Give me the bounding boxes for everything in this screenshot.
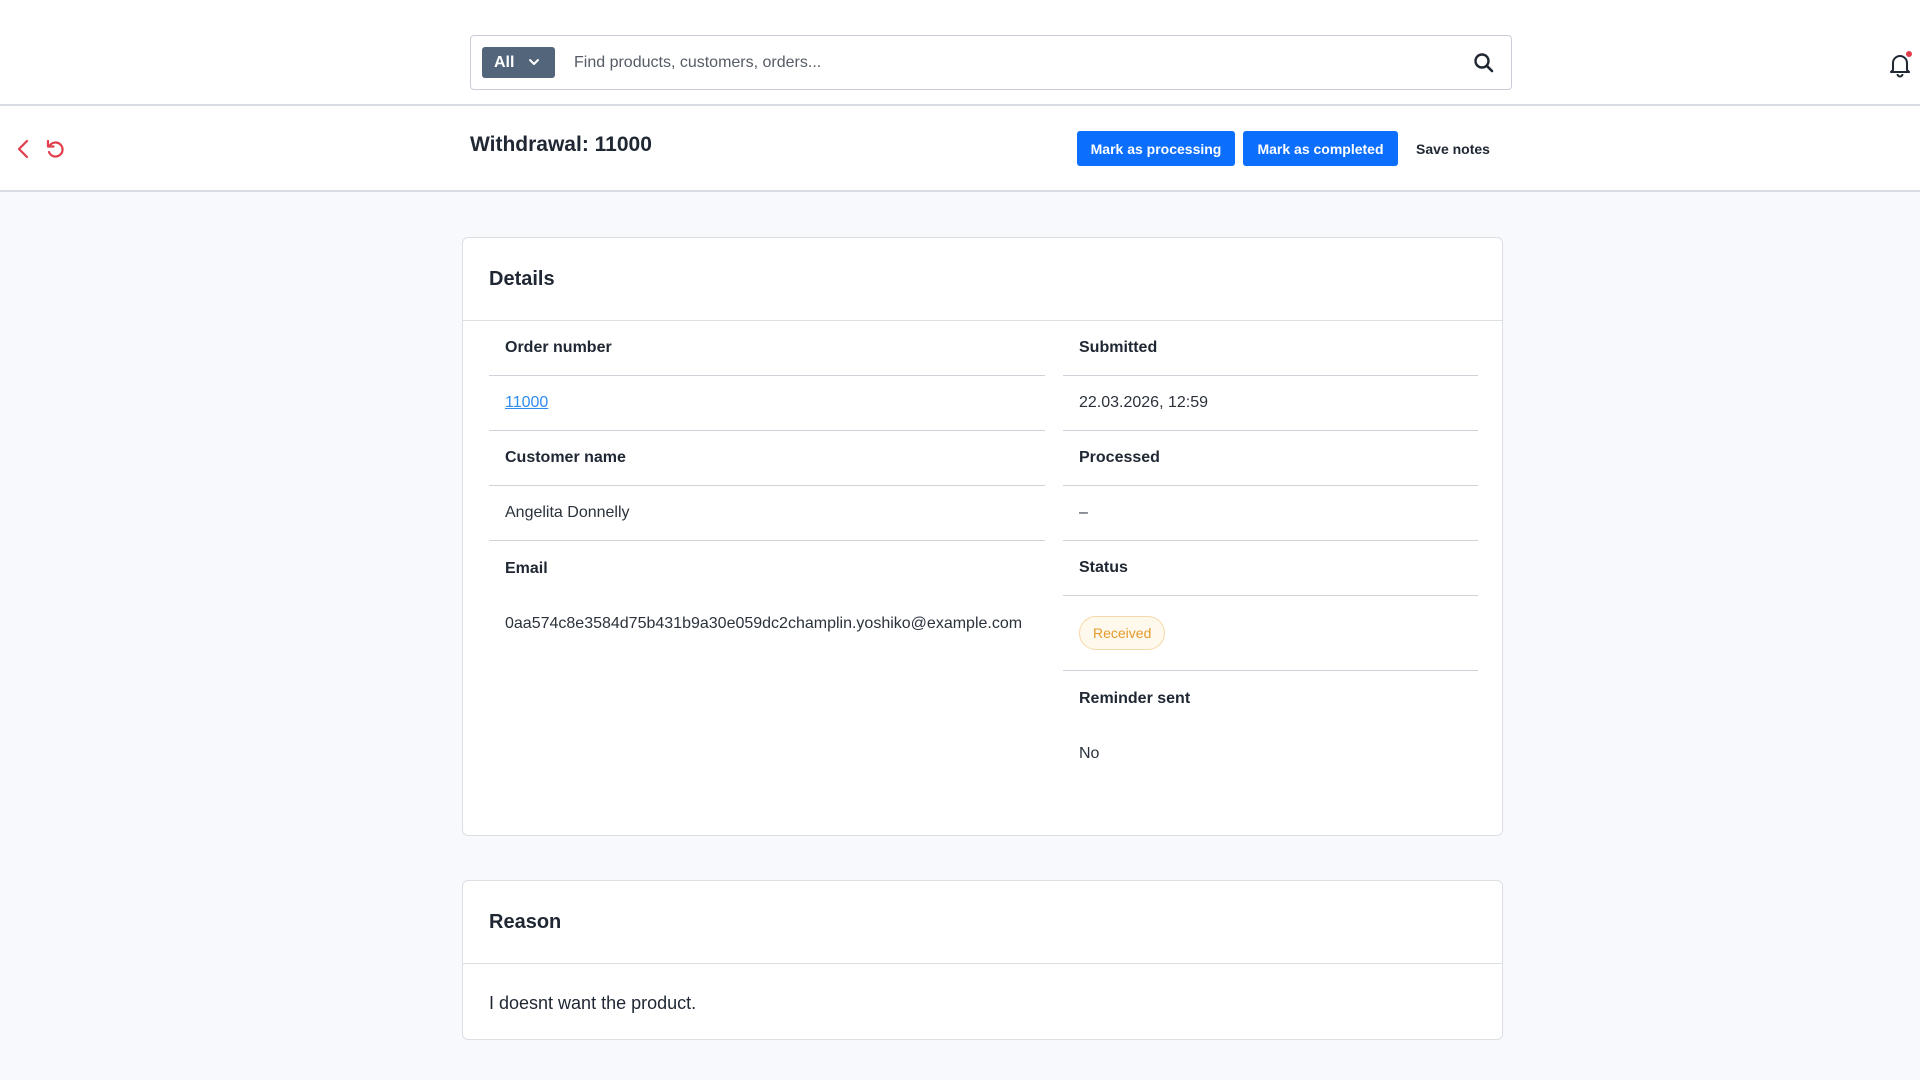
details-title: Details [489, 268, 555, 290]
email-label: Email [505, 559, 548, 577]
order-number-cell: 11000 [489, 376, 1045, 431]
details-card-header: Details [463, 238, 1502, 321]
submitted-label: Submitted [1063, 321, 1478, 376]
customer-name-value: Angelita Donnelly [489, 486, 1045, 541]
notification-dot [1906, 51, 1912, 57]
mark-as-processing-button[interactable]: Mark as processing [1077, 131, 1235, 166]
mark-as-completed-button[interactable]: Mark as completed [1243, 131, 1398, 166]
order-number-label: Order number [489, 321, 1045, 376]
processed-label: Processed [1063, 431, 1478, 486]
processed-value: – [1063, 486, 1478, 541]
save-notes-button[interactable]: Save notes [1413, 131, 1493, 166]
submitted-value: 22.03.2026, 12:59 [1063, 376, 1478, 431]
status-cell: Received [1063, 596, 1478, 671]
search-input[interactable] [572, 44, 1432, 82]
reminder-sent-label: Reminder sent [1079, 689, 1191, 707]
details-card: Details Order number 11000 Customer name… [462, 237, 1503, 836]
reload-icon[interactable] [44, 137, 66, 161]
reminder-sent-value: No [1079, 744, 1100, 762]
status-badge: Received [1079, 616, 1166, 650]
top-bar: All [0, 0, 1920, 106]
status-label: Status [1063, 541, 1478, 596]
reason-text: I doesnt want the product. [489, 993, 697, 1013]
search-scope-label: All [494, 53, 515, 71]
chevron-left-icon[interactable] [12, 137, 34, 161]
reason-title: Reason [489, 911, 562, 933]
customer-name-label: Customer name [489, 431, 1045, 486]
global-search: All [470, 35, 1512, 90]
search-scope-select[interactable]: All [482, 47, 555, 78]
page-header: Withdrawal: 11000 Mark as processing Mar… [0, 106, 1920, 192]
reason-card: Reason I doesnt want the product. [462, 880, 1503, 1040]
page-title: Withdrawal: 11000 [470, 133, 652, 156]
email-value: 0aa574c8e3584d75b431b9a30e059dc2champlin… [505, 614, 1023, 632]
search-icon[interactable] [1471, 50, 1497, 76]
reason-card-header: Reason [463, 881, 1502, 964]
order-number-link[interactable]: 11000 [505, 394, 548, 412]
chevron-down-icon [529, 59, 539, 65]
bell-icon[interactable] [1886, 50, 1914, 78]
